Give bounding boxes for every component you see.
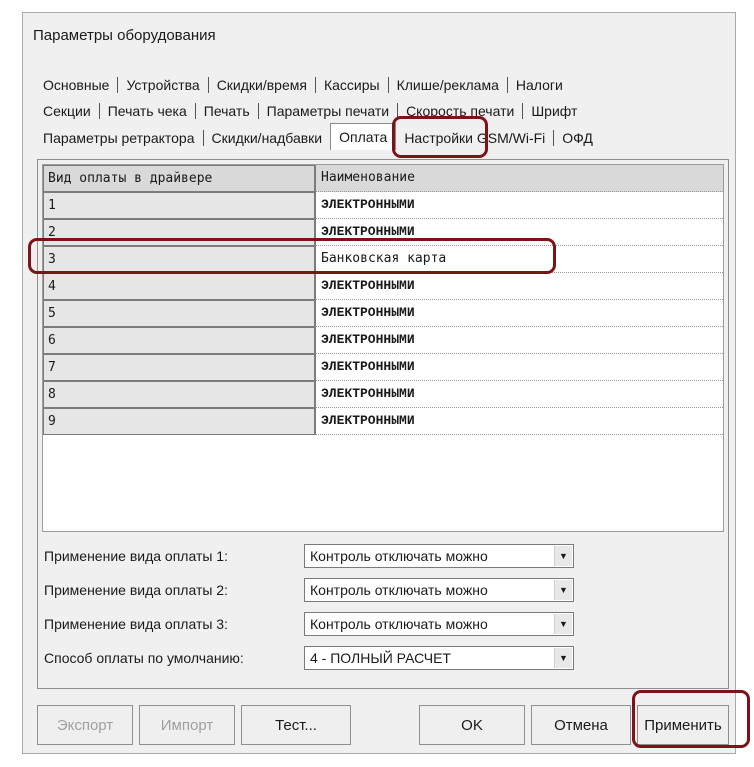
select-value: Контроль отключать можно <box>310 616 488 632</box>
chevron-down-icon[interactable]: ▼ <box>554 546 572 566</box>
default-payment-method-row: Способ оплаты по умолчанию: 4 - ПОЛНЫЙ Р… <box>44 644 574 672</box>
tabs-row-1: Основные Устройства Скидки/время Кассиры… <box>35 73 571 97</box>
row-name-cell[interactable]: ЭЛЕКТРОННЫМИ <box>315 273 723 300</box>
payment-usage-1-label: Применение вида оплаты 1: <box>44 548 228 564</box>
chevron-down-icon[interactable]: ▼ <box>554 648 572 668</box>
tab-discounts-time[interactable]: Скидки/время <box>209 77 315 93</box>
payment-usage-2-row: Применение вида оплаты 2: Контроль отклю… <box>44 576 574 604</box>
row-id-cell[interactable]: 1 <box>43 192 315 219</box>
ok-button[interactable]: OK <box>419 705 525 745</box>
select-value: Контроль отключать можно <box>310 548 488 564</box>
default-payment-method-label: Способ оплаты по умолчанию: <box>44 650 244 666</box>
export-button[interactable]: Экспорт <box>37 705 133 745</box>
tab-payment[interactable]: Оплата <box>330 122 397 150</box>
tab-font[interactable]: Шрифт <box>523 103 585 119</box>
tab-devices[interactable]: Устройства <box>118 77 207 93</box>
table-row[interactable]: 5 ЭЛЕКТРОННЫМИ <box>43 300 723 327</box>
highlight-payment-tab <box>392 116 488 158</box>
window-title: Параметры оборудования <box>33 27 216 44</box>
tab-cashiers[interactable]: Кассиры <box>316 77 388 93</box>
table-row[interactable]: 1 ЭЛЕКТРОННЫМИ <box>43 192 723 219</box>
payment-usage-3-select[interactable]: Контроль отключать можно ▼ <box>304 612 574 636</box>
table-row[interactable]: 8 ЭЛЕКТРОННЫМИ <box>43 381 723 408</box>
row-name-cell[interactable]: ЭЛЕКТРОННЫМИ <box>315 192 723 219</box>
tab-ofd[interactable]: ОФД <box>554 130 601 146</box>
table-row[interactable]: 7 ЭЛЕКТРОННЫМИ <box>43 354 723 381</box>
row-name-cell[interactable]: ЭЛЕКТРОННЫМИ <box>315 381 723 408</box>
highlight-apply-button <box>632 690 750 748</box>
row-id-cell[interactable]: 6 <box>43 327 315 354</box>
select-value: 4 - ПОЛНЫЙ РАСЧЕТ <box>310 650 451 666</box>
payment-types-grid: Вид оплаты в драйвере Наименование 1 ЭЛЕ… <box>42 164 724 532</box>
chevron-down-icon[interactable]: ▼ <box>554 580 572 600</box>
tab-print[interactable]: Печать <box>196 103 258 119</box>
table-row[interactable]: 9 ЭЛЕКТРОННЫМИ <box>43 408 723 435</box>
column-header-name[interactable]: Наименование <box>315 165 723 192</box>
payment-usage-2-label: Применение вида оплаты 2: <box>44 582 228 598</box>
payment-usage-1-row: Применение вида оплаты 1: Контроль отклю… <box>44 542 574 570</box>
column-header-driver-type[interactable]: Вид оплаты в драйвере <box>43 165 315 192</box>
tab-cliche-ads[interactable]: Клише/реклама <box>389 77 507 93</box>
tab-print-params[interactable]: Параметры печати <box>259 103 397 119</box>
payment-usage-1-select[interactable]: Контроль отключать можно ▼ <box>304 544 574 568</box>
tab-receipt-print[interactable]: Печать чека <box>100 103 195 119</box>
row-name-cell[interactable]: ЭЛЕКТРОННЫМИ <box>315 408 723 435</box>
grid-header: Вид оплаты в драйвере Наименование <box>43 165 723 192</box>
tabs-row-3: Параметры ретрактора Скидки/надбавки Опл… <box>35 122 601 150</box>
row-name-cell[interactable]: ЭЛЕКТРОННЫМИ <box>315 354 723 381</box>
row-id-cell[interactable]: 4 <box>43 273 315 300</box>
row-name-cell[interactable]: ЭЛЕКТРОННЫМИ <box>315 327 723 354</box>
equipment-settings-window: Параметры оборудования Основные Устройст… <box>22 12 736 754</box>
table-row[interactable]: 4 ЭЛЕКТРОННЫМИ <box>43 273 723 300</box>
highlight-bank-card-row <box>28 238 556 274</box>
payment-usage-2-select[interactable]: Контроль отключать можно ▼ <box>304 578 574 602</box>
payment-usage-3-label: Применение вида оплаты 3: <box>44 616 228 632</box>
row-id-cell[interactable]: 9 <box>43 408 315 435</box>
select-value: Контроль отключать можно <box>310 582 488 598</box>
payment-usage-3-row: Применение вида оплаты 3: Контроль отклю… <box>44 610 574 638</box>
row-name-cell[interactable]: ЭЛЕКТРОННЫМИ <box>315 300 723 327</box>
test-button[interactable]: Тест... <box>241 705 351 745</box>
row-id-cell[interactable]: 8 <box>43 381 315 408</box>
table-row[interactable]: 6 ЭЛЕКТРОННЫМИ <box>43 327 723 354</box>
tabs-row-2: Секции Печать чека Печать Параметры печа… <box>35 99 585 123</box>
tab-main[interactable]: Основные <box>35 77 117 93</box>
row-id-cell[interactable]: 7 <box>43 354 315 381</box>
chevron-down-icon[interactable]: ▼ <box>554 614 572 634</box>
default-payment-method-select[interactable]: 4 - ПОЛНЫЙ РАСЧЕТ ▼ <box>304 646 574 670</box>
tab-retractor-params[interactable]: Параметры ретрактора <box>35 130 203 146</box>
import-button[interactable]: Импорт <box>139 705 235 745</box>
tab-sections[interactable]: Секции <box>35 103 99 119</box>
row-id-cell[interactable]: 5 <box>43 300 315 327</box>
tab-discounts-markups[interactable]: Скидки/надбавки <box>204 130 331 146</box>
cancel-button[interactable]: Отмена <box>531 705 631 745</box>
tab-taxes[interactable]: Налоги <box>508 77 571 93</box>
